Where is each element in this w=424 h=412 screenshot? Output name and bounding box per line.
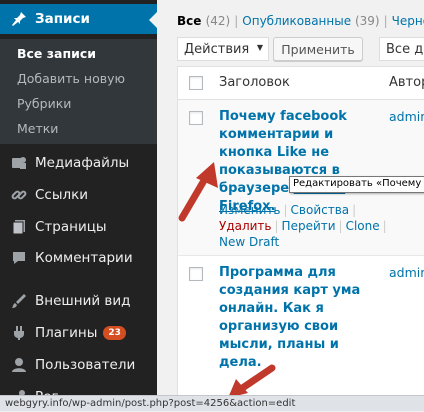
menu-posts[interactable]: Записи: [0, 4, 157, 34]
menu-media-label: Медиафайлы: [35, 155, 130, 171]
table-row: Программа для создания карт ума онлайн. …: [178, 256, 424, 406]
clone-link[interactable]: Clone: [346, 219, 380, 233]
posts-submenu: Все записи Добавить новую Рубрики Метки: [0, 39, 157, 144]
menu-appearance[interactable]: Внешний вид: [0, 286, 157, 316]
menu-links[interactable]: Ссылки: [0, 180, 157, 210]
apply-button[interactable]: Применить: [273, 37, 363, 61]
menu-plugins[interactable]: Плагины 23: [0, 318, 157, 348]
submenu-add-new[interactable]: Добавить новую: [17, 71, 125, 86]
quick-edit-link[interactable]: Свойства: [291, 203, 350, 217]
plugins-icon: [11, 325, 27, 341]
submenu-categories[interactable]: Рубрики: [17, 96, 71, 111]
row-checkbox[interactable]: [189, 111, 203, 125]
post-author[interactable]: admin: [389, 265, 424, 280]
admin-sidebar: Записи Все записи Добавить новую Рубрики…: [0, 0, 157, 411]
filter-all[interactable]: Все (42): [177, 14, 230, 28]
post-status-filters: Все (42)|Опубликованные (39)|Черно: [177, 14, 424, 28]
filter-published[interactable]: Опубликованные (39): [242, 14, 379, 28]
posts-table: Заголовок Автор Почему facebook коммента…: [177, 66, 424, 408]
menu-posts-label: Записи: [35, 11, 90, 27]
menu-users[interactable]: Пользователи: [0, 350, 157, 380]
pin-icon: [11, 11, 27, 27]
current-menu-arrow: [149, 12, 157, 28]
users-icon: [11, 357, 27, 373]
menu-appearance-label: Внешний вид: [35, 293, 131, 309]
edit-tooltip: Редактировать «Почему f: [289, 176, 424, 193]
chevron-down-icon: ▼: [256, 43, 263, 52]
bulk-actions-value: Действия: [184, 41, 250, 57]
bulk-actions-select[interactable]: Действия ▼: [177, 37, 269, 61]
main-content: Все (42)|Опубликованные (39)|Черно Дейст…: [157, 0, 424, 408]
media-icon: [11, 155, 27, 171]
column-title-header[interactable]: Заголовок: [219, 75, 290, 90]
column-author-header: Автор: [389, 75, 424, 90]
post-author[interactable]: admin: [389, 109, 424, 124]
links-icon: [11, 187, 27, 203]
new-draft-link[interactable]: New Draft: [219, 235, 279, 249]
post-title-link[interactable]: Программа для создания карт ума онлайн. …: [219, 264, 381, 372]
menu-users-label: Пользователи: [35, 357, 136, 373]
menu-pages-label: Страницы: [35, 219, 107, 235]
dates-filter-select[interactable]: Все да: [379, 37, 424, 61]
menu-links-label: Ссылки: [35, 187, 89, 203]
row-checkbox[interactable]: [189, 267, 203, 281]
comments-icon: [11, 250, 27, 266]
menu-plugins-label: Плагины: [35, 325, 98, 341]
trash-link[interactable]: Удалить: [219, 219, 272, 233]
menu-comments-label: Комментарии: [35, 250, 133, 266]
menu-media[interactable]: Медиафайлы: [0, 148, 157, 178]
table-header: Заголовок Автор: [178, 67, 424, 100]
browser-status-bar: webgyry.info/wp-admin/post.php?post=4256…: [0, 395, 424, 411]
row-actions: Изменить | Свойства | Удалить | Перейти | Clone…: [219, 203, 387, 249]
filter-drafts[interactable]: Черно: [392, 14, 424, 28]
plugins-update-badge: 23: [103, 326, 126, 340]
view-link[interactable]: Перейти: [282, 219, 336, 233]
dates-filter-value: Все да: [386, 41, 424, 57]
select-all-checkbox[interactable]: [189, 76, 203, 90]
menu-pages[interactable]: Страницы: [0, 212, 157, 242]
post-title-link[interactable]: Почему facebook комментарии и кнопка Lik…: [219, 108, 381, 216]
submenu-all-posts[interactable]: Все записи: [17, 46, 96, 61]
menu-comments[interactable]: Комментарии: [0, 243, 157, 273]
appearance-icon: [11, 293, 27, 309]
edit-link[interactable]: Изменить: [219, 203, 281, 217]
submenu-tags[interactable]: Метки: [17, 121, 58, 136]
pages-icon: [11, 219, 27, 235]
